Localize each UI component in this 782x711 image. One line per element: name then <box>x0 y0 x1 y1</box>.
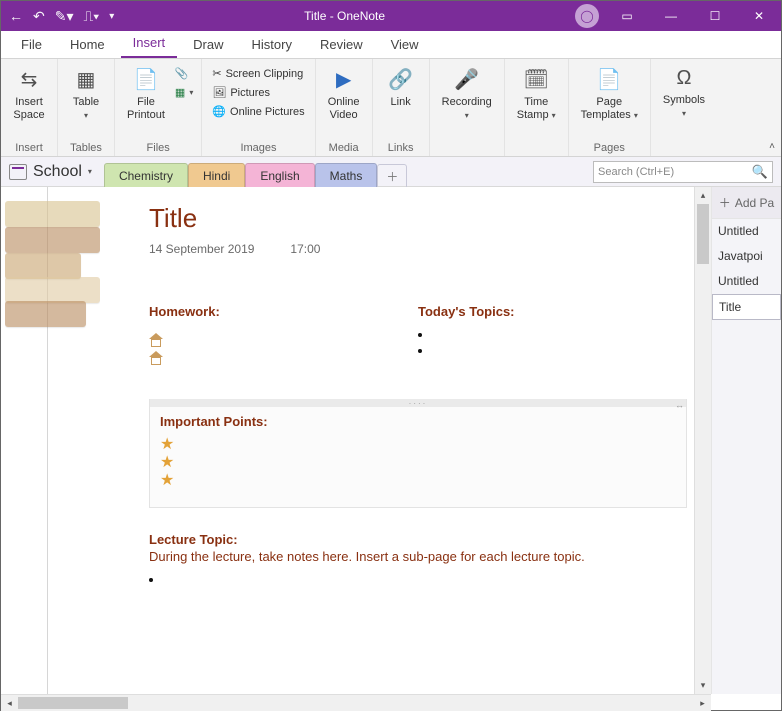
scroll-left-icon[interactable]: ◂ <box>1 698 18 709</box>
page-templates-button[interactable]: 📄Page Templates ▾ <box>575 63 644 125</box>
file-printout-button[interactable]: 📄File Printout <box>121 63 171 125</box>
spreadsheet-button[interactable]: ▦▾ <box>173 84 195 101</box>
container-resize-icon[interactable]: ↔ <box>675 400 684 410</box>
ribbon: ⇆Insert Space Insert ▦Table▾ Tables 📄Fil… <box>1 59 781 157</box>
search-icon: 🔍 <box>752 164 768 180</box>
plus-icon: ＋ <box>719 194 731 211</box>
horizontal-scrollbar[interactable]: ◂ ▸ <box>1 694 711 711</box>
decorative-books-image <box>5 195 100 335</box>
insert-space-button[interactable]: ⇆Insert Space <box>7 63 51 125</box>
group-media: Media <box>329 140 359 156</box>
star-icon: ★ <box>160 473 676 489</box>
list-item[interactable] <box>432 327 687 341</box>
screen-clipping-button[interactable]: ✂Screen Clipping <box>210 65 306 82</box>
account-avatar[interactable]: ◯ <box>575 4 599 28</box>
customize-qat-icon[interactable]: ▾ <box>109 11 114 22</box>
house-icon <box>149 351 163 365</box>
undo-icon[interactable]: ↶ <box>33 8 45 25</box>
collapse-ribbon-icon[interactable]: ˄ <box>769 141 775 152</box>
page-list-panel: ＋Add Pa Untitled Javatpoi Untitled Title <box>711 187 781 694</box>
online-pictures-button[interactable]: 🌐Online Pictures <box>210 103 306 120</box>
add-section-button[interactable]: ＋ <box>377 164 407 188</box>
group-links: Links <box>388 140 414 156</box>
notebook-selector[interactable]: School ▾ <box>9 163 100 181</box>
back-icon[interactable]: ← <box>9 8 23 24</box>
notebook-name: School <box>33 163 82 181</box>
scroll-thumb[interactable] <box>697 204 709 264</box>
group-insert: Insert <box>15 140 43 156</box>
important-points-heading[interactable]: Important Points: <box>160 414 676 429</box>
list-item[interactable] <box>432 343 687 357</box>
group-files: Files <box>147 140 170 156</box>
tab-draw[interactable]: Draw <box>181 31 235 58</box>
container-grip[interactable]: ···· <box>150 399 686 407</box>
section-tab-hindi[interactable]: Hindi <box>188 163 245 188</box>
online-video-button[interactable]: ▶Online Video <box>322 63 366 125</box>
file-attach-button[interactable]: 📎 <box>173 65 195 82</box>
page-list-item[interactable]: Javatpoi <box>712 244 781 269</box>
tab-view[interactable]: View <box>379 31 431 58</box>
star-icon: ★ <box>160 455 676 471</box>
tab-review[interactable]: Review <box>308 31 375 58</box>
link-button[interactable]: 🔗Link <box>379 63 423 113</box>
recording-button[interactable]: 🎤Recording▾ <box>436 63 498 125</box>
search-input[interactable]: Search (Ctrl+E) 🔍 <box>593 161 773 183</box>
lecture-list[interactable] <box>163 572 687 586</box>
lecture-topic-heading[interactable]: Lecture Topic: <box>149 532 687 547</box>
section-tab-chemistry[interactable]: Chemistry <box>104 163 188 188</box>
scroll-up-icon[interactable]: ▴ <box>695 187 711 204</box>
group-symbols <box>682 140 685 156</box>
todays-topics-heading[interactable]: Today's Topics: <box>418 304 687 319</box>
house-icon <box>149 333 163 347</box>
pin-icon[interactable]: ✎▾ <box>55 8 74 25</box>
section-tab-english[interactable]: English <box>245 163 314 188</box>
ribbon-tabs: File Home Insert Draw History Review Vie… <box>1 31 781 59</box>
page-list-item[interactable]: Untitled <box>712 219 781 244</box>
page-list-item[interactable]: Title <box>712 294 781 320</box>
touch-icon[interactable]: ⎍▾ <box>84 8 100 25</box>
notebook-bar: School ▾ Chemistry Hindi English Maths ＋… <box>1 157 781 187</box>
scroll-thumb[interactable] <box>18 697 128 709</box>
search-placeholder: Search (Ctrl+E) <box>598 166 674 178</box>
window-title: Title - OneNote <box>114 9 575 23</box>
list-item[interactable] <box>163 572 687 586</box>
group-tables: Tables <box>70 140 102 156</box>
group-pages: Pages <box>594 140 625 156</box>
maximize-icon[interactable]: ☐ <box>693 1 737 31</box>
page-time[interactable]: 17:00 <box>290 242 320 256</box>
table-button[interactable]: ▦Table▾ <box>64 63 108 125</box>
vertical-scrollbar[interactable]: ▴ ▾ <box>694 187 711 694</box>
group-timestamp <box>535 140 538 156</box>
homework-heading[interactable]: Homework: <box>149 304 418 319</box>
section-tab-maths[interactable]: Maths <box>315 163 378 188</box>
important-points-container[interactable]: ···· ↔ Important Points: ★ ★ ★ <box>149 399 687 508</box>
tab-home[interactable]: Home <box>58 31 117 58</box>
scroll-down-icon[interactable]: ▾ <box>695 677 711 694</box>
scroll-right-icon[interactable]: ▸ <box>694 698 711 709</box>
group-images: Images <box>240 140 276 156</box>
add-page-button[interactable]: ＋Add Pa <box>712 187 781 219</box>
lecture-topic-text[interactable]: During the lecture, take notes here. Ins… <box>149 549 687 564</box>
pictures-button[interactable]: 🖼Pictures <box>210 84 306 101</box>
page-date[interactable]: 14 September 2019 <box>149 242 254 256</box>
minimize-icon[interactable]: — <box>649 1 693 31</box>
page-list-item[interactable]: Untitled <box>712 269 781 294</box>
star-icon: ★ <box>160 437 676 453</box>
tab-insert[interactable]: Insert <box>121 29 178 58</box>
tab-history[interactable]: History <box>240 31 304 58</box>
ribbon-display-icon[interactable]: ▭ <box>605 1 649 31</box>
chevron-down-icon: ▾ <box>88 167 92 176</box>
symbols-button[interactable]: ΩSymbols▾ <box>657 63 711 123</box>
time-stamp-button[interactable]: 🗓Time Stamp ▾ <box>511 63 562 125</box>
notebook-icon <box>9 164 27 180</box>
close-icon[interactable]: ✕ <box>737 1 781 31</box>
page-title[interactable]: Title <box>149 203 687 234</box>
titlebar: ← ↶ ✎▾ ⎍▾ ▾ Title - OneNote ◯ ▭ — ☐ ✕ <box>1 1 781 31</box>
tab-file[interactable]: File <box>9 31 54 58</box>
group-recording <box>465 140 468 156</box>
todays-topics-list[interactable] <box>432 327 687 357</box>
page-canvas[interactable]: ↗ Title 14 September 2019 17:00 Homework… <box>1 187 711 694</box>
